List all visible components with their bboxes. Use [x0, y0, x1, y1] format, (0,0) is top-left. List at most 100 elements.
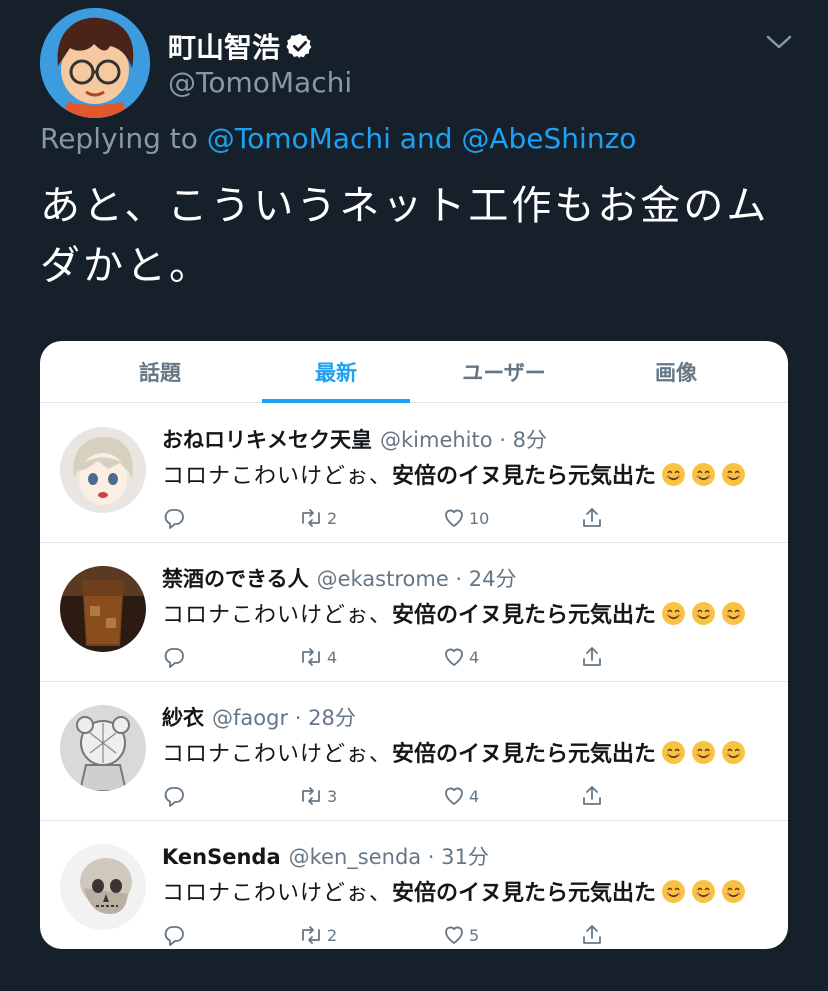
share-button[interactable]	[580, 782, 604, 810]
row-display-name[interactable]: おねロリキメセク天皇	[162, 424, 372, 454]
action-bar: 3 4	[162, 782, 642, 812]
smiling-face-emoji	[662, 601, 685, 625]
author-handle[interactable]: @TomoMachi	[168, 66, 352, 99]
attached-image[interactable]: 話題 最新 ユーザー 画像 おねロリキメセク天皇 @kimehito · 8分 …	[40, 341, 788, 949]
chevron-down-icon[interactable]	[764, 30, 794, 54]
smiling-face-emoji	[662, 462, 685, 486]
action-bar: 2 5	[162, 921, 642, 949]
share-button[interactable]	[580, 504, 604, 532]
retweet-button[interactable]: 4	[298, 643, 337, 671]
retweet-icon	[302, 787, 320, 805]
smiling-face-emoji	[722, 740, 745, 764]
like-icon	[445, 787, 463, 805]
row-text-bold: 安倍のイヌ見たら元気出た	[392, 742, 657, 767]
retweet-button[interactable]: 2	[298, 921, 337, 949]
like-count: 10	[469, 508, 490, 528]
smiling-face-emoji	[692, 879, 715, 903]
like-icon	[445, 509, 463, 527]
mention-abeshinzo[interactable]: @AbeShinzo	[461, 122, 636, 155]
reply-button[interactable]	[162, 782, 186, 810]
like-count: 4	[469, 647, 480, 667]
like-count: 5	[469, 925, 480, 945]
tab-images[interactable]: 画像	[602, 341, 750, 403]
row-text: コロナこわいけどぉ、 安倍のイヌ見たら元気出た	[162, 597, 746, 629]
tweet-row[interactable]: 禁酒のできる人 @ekastrome · 24分 コロナこわいけどぉ、 安倍のイヌ…	[40, 543, 788, 682]
share-button[interactable]	[580, 643, 604, 671]
row-display-name[interactable]: 紗衣	[162, 702, 204, 732]
row-handle-time[interactable]: @ken_senda · 31分	[289, 841, 489, 871]
like-button[interactable]: 5	[442, 921, 479, 949]
avatar[interactable]	[60, 566, 146, 652]
tab-users[interactable]: ユーザー	[430, 341, 578, 403]
replying-and[interactable]: and	[391, 122, 461, 155]
active-tab-indicator	[262, 399, 410, 403]
retweet-button[interactable]: 2	[298, 504, 337, 532]
tweet-body: あと、こういうネット工作もお金のム ダかと。	[40, 176, 800, 296]
share-button[interactable]	[580, 921, 604, 949]
smiling-face-emoji	[692, 462, 715, 486]
tweet-text-line-1: あと、こういうネット工作もお金のム	[40, 183, 770, 229]
reply-icon	[164, 787, 184, 807]
smiling-face-emoji	[662, 740, 685, 764]
row-handle-time[interactable]: @ekastrome · 24分	[317, 563, 517, 593]
row-display-name[interactable]: 禁酒のできる人	[162, 563, 309, 593]
reply-icon	[164, 926, 184, 946]
row-text: コロナこわいけどぉ、 安倍のイヌ見たら元気出た	[162, 875, 746, 907]
row-text-plain: コロナこわいけどぉ、	[162, 742, 393, 767]
row-text-bold: 安倍のイヌ見たら元気出た	[392, 881, 657, 906]
share-icon	[583, 925, 601, 944]
reply-button[interactable]	[162, 643, 186, 671]
row-meta: KenSenda @ken_senda · 31分	[162, 841, 489, 871]
retweet-count: 3	[327, 786, 338, 806]
row-handle-time[interactable]: @kimehito · 8分	[380, 424, 547, 454]
smiling-face-emoji	[692, 740, 715, 764]
mention-tomomachi[interactable]: @TomoMachi	[207, 122, 391, 155]
tab-trending[interactable]: 話題	[86, 341, 234, 403]
action-bar: 4 4	[162, 643, 642, 673]
action-bar: 2 10	[162, 504, 642, 534]
smiling-face-emoji	[722, 601, 745, 625]
search-tabs: 話題 最新 ユーザー 画像	[40, 341, 788, 403]
like-button[interactable]: 4	[442, 782, 479, 810]
retweet-button[interactable]: 3	[298, 782, 337, 810]
share-icon	[583, 508, 601, 527]
smiling-face-emoji	[692, 601, 715, 625]
reply-button[interactable]	[162, 504, 186, 532]
tweet-row[interactable]: KenSenda @ken_senda · 31分 コロナこわいけどぉ、 安倍のイ…	[40, 821, 788, 949]
row-meta: 禁酒のできる人 @ekastrome · 24分	[162, 563, 517, 593]
smiling-face-emoji	[722, 879, 745, 903]
row-handle-time[interactable]: @faogr · 28分	[212, 702, 356, 732]
retweet-icon	[302, 509, 320, 527]
display-name-text: 町山智浩	[168, 31, 281, 64]
avatar[interactable]	[60, 427, 146, 513]
avatar[interactable]	[60, 705, 146, 791]
like-button[interactable]: 10	[442, 504, 489, 532]
avatar[interactable]	[60, 844, 146, 930]
tab-latest[interactable]: 最新	[262, 341, 410, 403]
tweet-page: 町山智浩 @TomoMachi Replying to @TomoMachi a…	[0, 0, 828, 991]
row-text-plain: コロナこわいけどぉ、	[162, 881, 393, 906]
tweet-row[interactable]: おねロリキメセク天皇 @kimehito · 8分 コロナこわいけどぉ、 安倍のイ…	[40, 404, 788, 543]
share-icon	[583, 786, 601, 805]
row-text-bold: 安倍のイヌ見たら元気出た	[392, 603, 657, 628]
reply-button[interactable]	[162, 921, 186, 949]
row-text: コロナこわいけどぉ、 安倍のイヌ見たら元気出た	[162, 458, 746, 490]
like-icon	[445, 648, 463, 666]
smiling-face-emoji	[722, 462, 745, 486]
share-icon	[583, 647, 601, 666]
retweet-count: 2	[327, 925, 338, 945]
retweet-icon	[302, 926, 320, 944]
author-avatar[interactable]	[40, 8, 150, 118]
verified-badge-icon	[286, 33, 312, 59]
reply-icon	[164, 648, 184, 668]
row-meta: おねロリキメセク天皇 @kimehito · 8分	[162, 424, 547, 454]
like-button[interactable]: 4	[442, 643, 479, 671]
row-text-plain: コロナこわいけどぉ、	[162, 603, 393, 628]
retweet-count: 4	[327, 647, 338, 667]
row-display-name[interactable]: KenSenda	[162, 845, 281, 869]
author-display-name[interactable]: 町山智浩	[168, 26, 314, 66]
row-text: コロナこわいけどぉ、 安倍のイヌ見たら元気出た	[162, 736, 746, 768]
tweet-row[interactable]: 紗衣 @faogr · 28分 コロナこわいけどぉ、 安倍のイヌ見たら元気出た 3	[40, 682, 788, 821]
reply-icon	[164, 509, 184, 529]
tweet-text-line-2: ダかと。	[40, 243, 212, 289]
